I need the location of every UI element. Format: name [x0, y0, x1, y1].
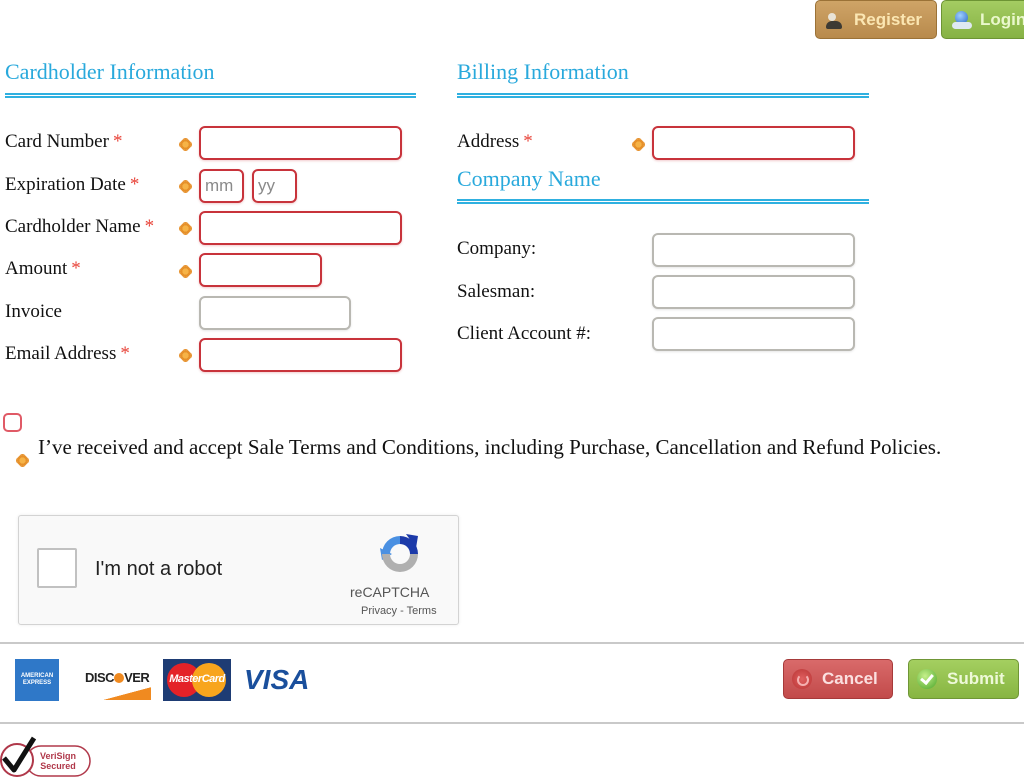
terms-text: I’ve received and accept Sale Terms and … — [38, 435, 942, 459]
cancel-button[interactable]: Cancel — [783, 659, 893, 699]
expiration-month-input[interactable] — [199, 169, 244, 203]
company-section-divider — [457, 199, 869, 204]
visa-logo: VISA — [244, 664, 310, 695]
required-asterisk: * — [71, 258, 81, 279]
verisign-seal: VeriSign Secured — [0, 736, 91, 777]
required-gear-icon — [179, 180, 192, 193]
users-icon — [826, 10, 846, 30]
mastercard-logo-text: MasterCard — [169, 673, 225, 685]
company-input[interactable] — [652, 233, 855, 267]
expiration-year-input[interactable] — [252, 169, 297, 203]
address-label: Address * — [457, 131, 533, 152]
recaptcha-brand: reCAPTCHA — [350, 584, 430, 600]
verisign-line1: VeriSign — [40, 751, 76, 761]
salesman-label: Salesman: — [457, 281, 536, 302]
verisign-line2: Secured — [40, 761, 76, 771]
recaptcha-privacy-terms-link[interactable]: Privacy - Terms — [361, 605, 437, 617]
card-number-label: Card Number * — [5, 131, 123, 152]
cancel-icon — [792, 669, 812, 689]
footer-divider-bottom — [0, 722, 1024, 724]
amount-input[interactable] — [199, 253, 322, 287]
required-gear-icon — [179, 222, 192, 235]
client-account-label: Client Account #: — [457, 323, 592, 344]
salesman-input[interactable] — [652, 275, 855, 309]
recaptcha-widget: I'm not a robot reCAPTCHA Privacy - Term… — [18, 515, 459, 625]
company-label: Company: — [457, 238, 537, 259]
amex-logo: AMERICAN EXPRESS — [15, 659, 59, 701]
register-label: Register — [854, 9, 923, 29]
company-section-title: Company Name — [457, 166, 601, 191]
billing-section-divider — [457, 93, 869, 98]
required-gear-icon — [179, 265, 192, 278]
required-gear-icon — [179, 349, 192, 362]
required-asterisk: * — [144, 216, 155, 237]
submit-button[interactable]: Submit — [908, 659, 1019, 699]
required-asterisk: * — [120, 343, 130, 364]
client-account-input[interactable] — [652, 317, 855, 351]
login-button[interactable]: Login — [941, 0, 1024, 39]
recaptcha-logo-icon — [380, 534, 418, 572]
footer-divider-top — [0, 642, 1024, 644]
invoice-label: Invoice — [5, 301, 62, 322]
discover-logo-text: DISC VER — [85, 670, 150, 685]
expiration-date-label: Expiration Date * — [5, 174, 140, 195]
cardholder-section-title: Cardholder Information — [5, 59, 215, 84]
required-gear-icon — [632, 138, 645, 151]
billing-section-title: Billing Information — [457, 59, 629, 84]
required-asterisk: * — [129, 174, 140, 195]
email-address-label: Email Address * — [5, 343, 130, 364]
email-address-input[interactable] — [199, 338, 402, 372]
required-gear-icon — [16, 454, 29, 467]
submit-label: Submit — [947, 669, 1005, 688]
amex-logo-text: AMERICAN EXPRESS — [20, 673, 54, 686]
card-number-input[interactable] — [199, 126, 402, 160]
terms-checkbox[interactable] — [3, 413, 22, 432]
login-label: Login — [980, 9, 1024, 29]
globe-user-icon — [952, 10, 972, 30]
register-button[interactable]: Register — [815, 0, 937, 39]
cardholder-section-divider — [5, 93, 416, 98]
recaptcha-checkbox[interactable] — [37, 548, 77, 588]
mastercard-logo: MasterCard — [163, 659, 231, 701]
cardholder-name-input[interactable] — [199, 211, 402, 245]
required-asterisk: * — [523, 131, 533, 152]
checkmark-icon — [917, 669, 937, 689]
recaptcha-label: I'm not a robot — [95, 558, 223, 580]
invoice-input[interactable] — [199, 296, 351, 330]
cardholder-name-label: Cardholder Name * — [5, 216, 155, 237]
required-asterisk: * — [112, 131, 123, 152]
address-input[interactable] — [652, 126, 855, 160]
discover-logo: DISC VER — [83, 659, 151, 701]
amount-label: Amount * — [5, 258, 81, 279]
required-gear-icon — [179, 138, 192, 151]
cancel-label: Cancel — [822, 669, 878, 688]
